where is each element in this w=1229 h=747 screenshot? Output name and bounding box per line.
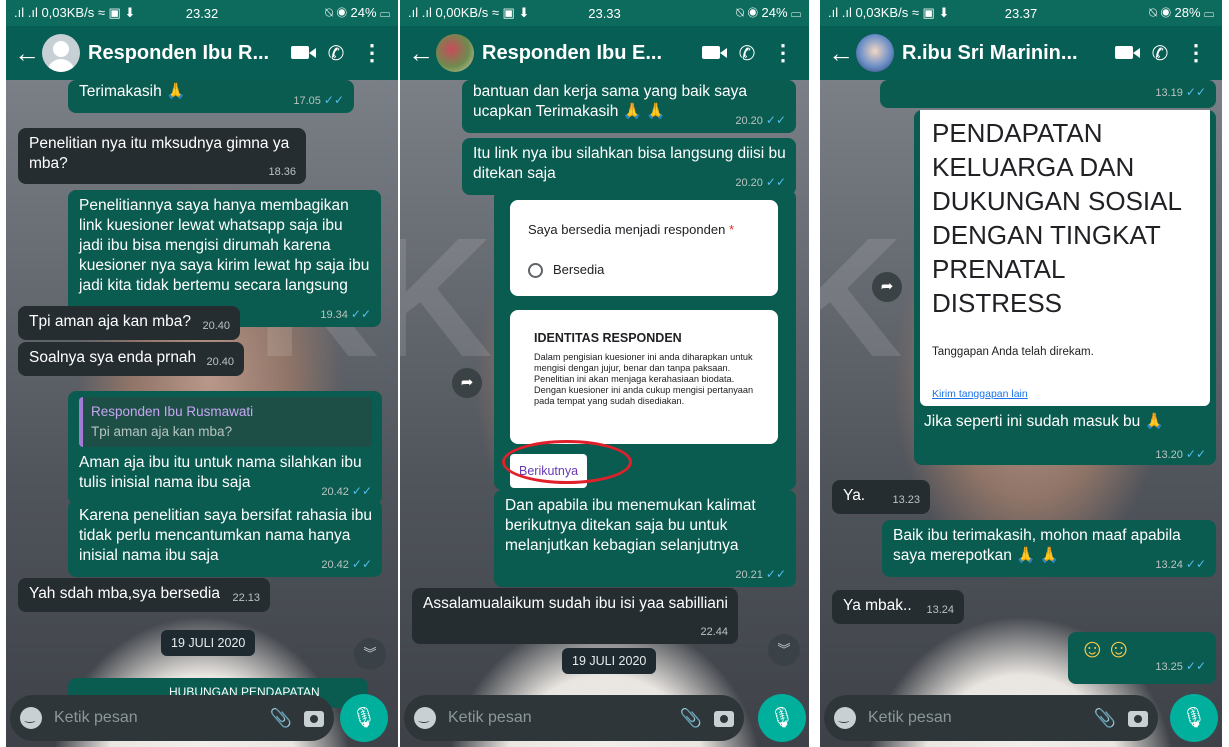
avatar[interactable] — [436, 34, 474, 72]
read-tick-icon: ✓✓ — [1185, 85, 1206, 99]
emoji-icon[interactable] — [834, 707, 856, 729]
status-bar: .ıl .ıl 0,03KB/s ≈ ▣ ⬇ 23.32 ⍉ ◉ 24% ▭ — [6, 0, 398, 26]
back-arrow-icon[interactable]: ← — [828, 38, 854, 69]
forward-icon[interactable]: ➦ — [872, 272, 902, 302]
form-title: PENDAPATAN KELUARGA DAN DUKUNGAN SOSIAL … — [932, 118, 1181, 318]
attach-icon[interactable]: 📎 — [270, 708, 292, 729]
back-arrow-icon[interactable]: ← — [14, 38, 40, 69]
message-in[interactable]: Tpi aman aja kan mba? 20.40 — [18, 306, 240, 340]
phone-icon[interactable]: ✆ — [729, 41, 765, 66]
message-input[interactable]: Ketik pesan 📎 — [404, 695, 744, 741]
phone-icon[interactable]: ✆ — [1142, 41, 1178, 66]
more-options-icon[interactable]: ⋮ — [765, 40, 801, 66]
more-options-icon[interactable]: ⋮ — [1178, 40, 1214, 66]
avatar[interactable] — [42, 34, 80, 72]
read-tick-icon: ✓✓ — [351, 557, 372, 571]
message-out[interactable]: Baik ibu terimakasih, mohon maaf apabila… — [882, 520, 1216, 577]
chat-screen-2: K .ıl .ıl 0,00KB/s ≈ ▣ ⬇ 23.33 ⍉ ◉ 24% ▭… — [400, 0, 809, 747]
clock: 23.37 — [1004, 5, 1038, 21]
network-status: .ıl .ıl 0,00KB/s ≈ ▣ ⬇ — [408, 5, 530, 20]
message-out[interactable]: Karena penelitian saya bersifat rahasia … — [68, 500, 382, 577]
radio-button[interactable] — [528, 263, 543, 279]
message-in[interactable]: Ya. 13.23 — [832, 480, 930, 514]
message-input[interactable]: Ketik pesan 📎 — [824, 695, 1158, 741]
chat-screen-3: K .ıl .ıl 0,03KB/s ≈ ▣ ⬇ 23.37 ⍉ ◉ 28% ▭… — [820, 0, 1222, 747]
battery-status: ⍉ ◉ 24% ▭ — [325, 5, 391, 20]
submit-another-link[interactable]: Kirim tanggapan lain — [932, 384, 1198, 404]
read-tick-icon: ✓✓ — [1185, 659, 1206, 673]
read-tick-icon: ✓✓ — [323, 93, 344, 107]
attach-icon[interactable]: 📎 — [1094, 708, 1116, 729]
message-out[interactable]: bantuan dan kerja sama yang baik saya uc… — [462, 80, 796, 133]
message-in[interactable]: Penelitian nya itu mksudnya gimna ya mba… — [18, 128, 306, 184]
chat-header: ← Responden Ibu E... ✆ ⋮ — [400, 26, 809, 80]
read-tick-icon: ✓✓ — [350, 307, 371, 321]
contact-name[interactable]: Responden Ibu R... — [88, 42, 282, 65]
more-options-icon[interactable]: ⋮ — [354, 40, 390, 66]
date-chip: 19 JULI 2020 — [562, 648, 657, 674]
chat-header: ← R.ibu Sri Marinin... ✆ ⋮ — [820, 26, 1222, 80]
mic-button[interactable]: 🎙 — [758, 694, 806, 742]
attach-icon[interactable]: 📎 — [680, 708, 702, 729]
message-input[interactable]: Ketik pesan 📎 — [10, 695, 334, 741]
read-tick-icon: ✓✓ — [765, 175, 786, 189]
read-tick-icon: ✓✓ — [1185, 557, 1206, 571]
message-out-reply[interactable]: Responden Ibu Rusmawati Tpi aman aja kan… — [68, 391, 382, 504]
message-out[interactable]: Itu link nya ibu silahkan bisa langsung … — [462, 138, 796, 195]
clock: 23.32 — [185, 5, 219, 21]
chat-screen-1: K .ıl .ıl 0,03KB/s ≈ ▣ ⬇ 23.32 ⍉ ◉ 24% ▭… — [6, 0, 398, 747]
image-message-form[interactable]: PENDAPATAN KELUARGA DAN DUKUNGAN SOSIAL … — [914, 110, 1216, 465]
network-status: .ıl .ıl 0,03KB/s ≈ ▣ ⬇ — [14, 5, 136, 20]
camera-icon[interactable] — [304, 708, 324, 729]
status-bar: .ıl .ıl 0,00KB/s ≈ ▣ ⬇ 23.33 ⍉ ◉ 24% ▭ — [400, 0, 809, 26]
mic-button[interactable]: 🎙 — [1170, 694, 1218, 742]
message-out[interactable]: Terimakasih 🙏 17.05 ✓✓ — [68, 80, 354, 113]
mic-button[interactable]: 🎙 — [340, 694, 388, 742]
video-call-icon[interactable] — [693, 42, 729, 65]
message-in[interactable]: Assalamualaikum sudah ibu isi yaa sabill… — [412, 588, 738, 644]
read-tick-icon: ✓✓ — [765, 567, 786, 581]
form-section-card: IDENTITAS RESPONDEN Dalam pengisian kues… — [510, 310, 778, 444]
network-status: .ıl .ıl 0,03KB/s ≈ ▣ ⬇ — [828, 5, 950, 20]
form-question-card: Saya bersedia menjadi responden * Bersed… — [510, 200, 778, 296]
contact-name[interactable]: Responden Ibu E... — [482, 42, 693, 65]
read-tick-icon: ✓✓ — [351, 484, 372, 498]
avatar[interactable] — [856, 34, 894, 72]
status-bar: .ıl .ıl 0,03KB/s ≈ ▣ ⬇ 23.37 ⍉ ◉ 28% ▭ — [820, 0, 1222, 26]
camera-icon[interactable] — [714, 708, 734, 729]
scroll-down-icon[interactable]: ︾ — [768, 634, 800, 666]
video-call-icon[interactable] — [1106, 42, 1142, 65]
message-out-partial[interactable]: 13.19 ✓✓ — [880, 80, 1216, 108]
battery-status: ⍉ ◉ 24% ▭ — [736, 5, 802, 20]
chat-header: ← Responden Ibu R... ✆ ⋮ — [6, 26, 398, 80]
date-chip: 19 JULI 2020 — [161, 630, 256, 656]
message-in[interactable]: Soalnya sya enda prnah 20.40 — [18, 342, 244, 376]
scroll-down-icon[interactable]: ︾ — [354, 638, 386, 670]
emoji-icon[interactable] — [20, 707, 42, 729]
back-arrow-icon[interactable]: ← — [408, 38, 434, 69]
video-call-icon[interactable] — [282, 42, 318, 65]
message-in[interactable]: Yah sdah mba,sya bersedia 22.13 — [18, 578, 270, 612]
message-out[interactable]: ☺☺ 13.25 ✓✓ — [1068, 632, 1216, 684]
phone-icon[interactable]: ✆ — [318, 41, 354, 66]
message-in[interactable]: Ya mbak.. 13.24 — [832, 590, 964, 624]
camera-icon[interactable] — [1128, 708, 1148, 729]
red-annotation-circle — [502, 440, 632, 484]
read-tick-icon: ✓✓ — [1185, 447, 1206, 461]
battery-status: ⍉ ◉ 28% ▭ — [1149, 5, 1215, 20]
read-tick-icon: ✓✓ — [765, 113, 786, 127]
message-out[interactable]: Dan apabila ibu menemukan kalimat beriku… — [494, 490, 796, 587]
clock: 23.33 — [588, 5, 621, 21]
image-message-form[interactable]: Saya bersedia menjadi responden * Bersed… — [494, 190, 796, 490]
contact-name[interactable]: R.ibu Sri Marinin... — [902, 42, 1106, 65]
form-confirmation-card: PENDAPATAN KELUARGA DAN DUKUNGAN SOSIAL … — [920, 110, 1210, 406]
forward-icon[interactable]: ➦ — [452, 368, 482, 398]
emoji-icon[interactable] — [414, 707, 436, 729]
quoted-message[interactable]: Responden Ibu Rusmawati Tpi aman aja kan… — [79, 397, 372, 447]
